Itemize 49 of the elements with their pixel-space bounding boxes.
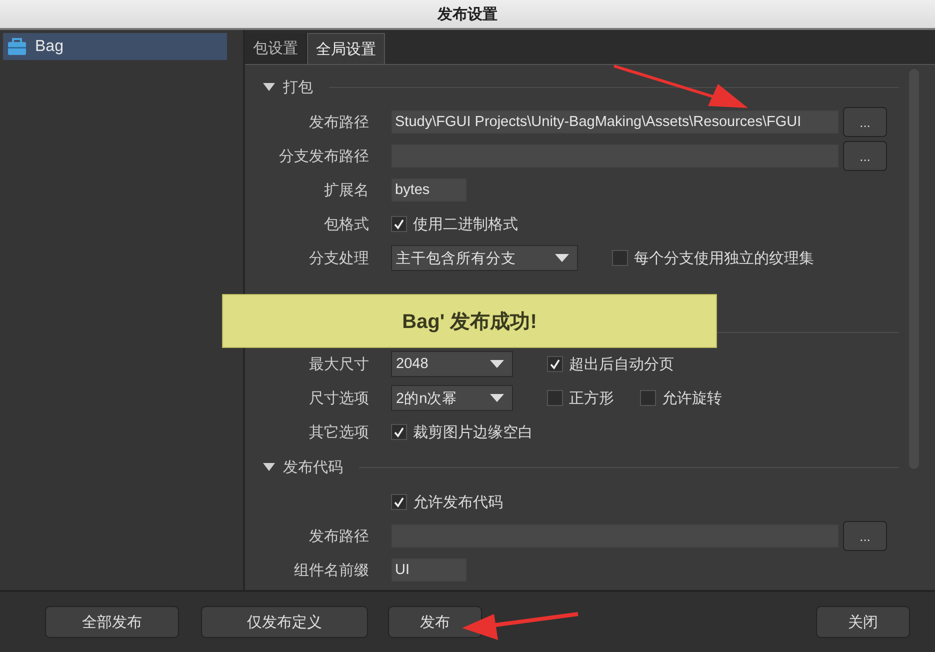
footer-button[interactable]: 仅发布定义 [201,606,368,638]
caret-icon [490,394,504,402]
footer-button[interactable]: 关闭 [816,606,910,638]
path-field[interactable]: Study\FGUI Projects\Unity-BagMaking\Assets\Resources\FGUI [391,110,839,134]
section-title: 发布代码 [283,458,343,476]
checkbox[interactable] [391,424,407,440]
checkbox-label[interactable]: 裁剪图片边缘空白 [413,422,533,442]
browse-button[interactable]: ... [843,107,887,137]
sidebar-item[interactable]: Bag [3,33,227,60]
checkbox-label[interactable]: 正方形 [569,388,614,408]
window-title: 发布设置 [438,4,498,24]
checkbox-label[interactable]: 允许发布代码 [413,492,503,512]
field-label: 组件名前缀 [293,560,369,580]
caret-icon [490,360,504,368]
field-label: 包格式 [323,214,369,234]
collapse-triangle-icon[interactable] [263,83,275,91]
tab[interactable]: 全局设置 [307,33,385,64]
field-label: 扩展名 [323,180,369,200]
field-label: 最大尺寸 [308,354,369,374]
field-label: 其它选项 [308,422,369,442]
dropdown[interactable]: 2048 [391,351,513,377]
field-label: 发布路径 [308,112,369,132]
checkbox[interactable] [547,356,563,372]
input-field[interactable]: UI [391,558,467,582]
checkbox[interactable] [612,250,628,266]
browse-button[interactable]: ... [843,521,887,551]
checkbox[interactable] [391,494,407,510]
field-label: 分支处理 [308,248,369,268]
footer-button[interactable]: 全部发布 [45,606,180,638]
checkbox[interactable] [391,216,407,232]
field-label: 尺寸选项 [308,388,369,408]
dropdown[interactable]: 2的n次幂 [391,385,513,411]
field-label: 分支发布路径 [278,146,369,166]
checkbox-label[interactable]: 使用二进制格式 [413,214,518,234]
checkbox-label[interactable]: 允许旋转 [662,388,722,408]
caret-icon [555,254,569,262]
collapse-triangle-icon[interactable] [263,463,275,471]
section-title: 打包 [283,78,313,96]
checkbox[interactable] [640,390,656,406]
checkbox-label[interactable]: 每个分支使用独立的纹理集 [634,248,814,268]
checkbox-label[interactable]: 超出后自动分页 [569,354,674,374]
footer-button[interactable]: 发布 [388,606,482,638]
dropdown[interactable]: 主干包含所有分支 [391,245,578,271]
success-toast: Bag' 发布成功! [222,294,717,348]
field-label: 发布路径 [308,526,369,546]
checkbox[interactable] [547,390,563,406]
browse-button[interactable]: ... [843,141,887,171]
briefcase-icon [7,38,27,56]
input-field[interactable]: bytes [391,178,467,202]
